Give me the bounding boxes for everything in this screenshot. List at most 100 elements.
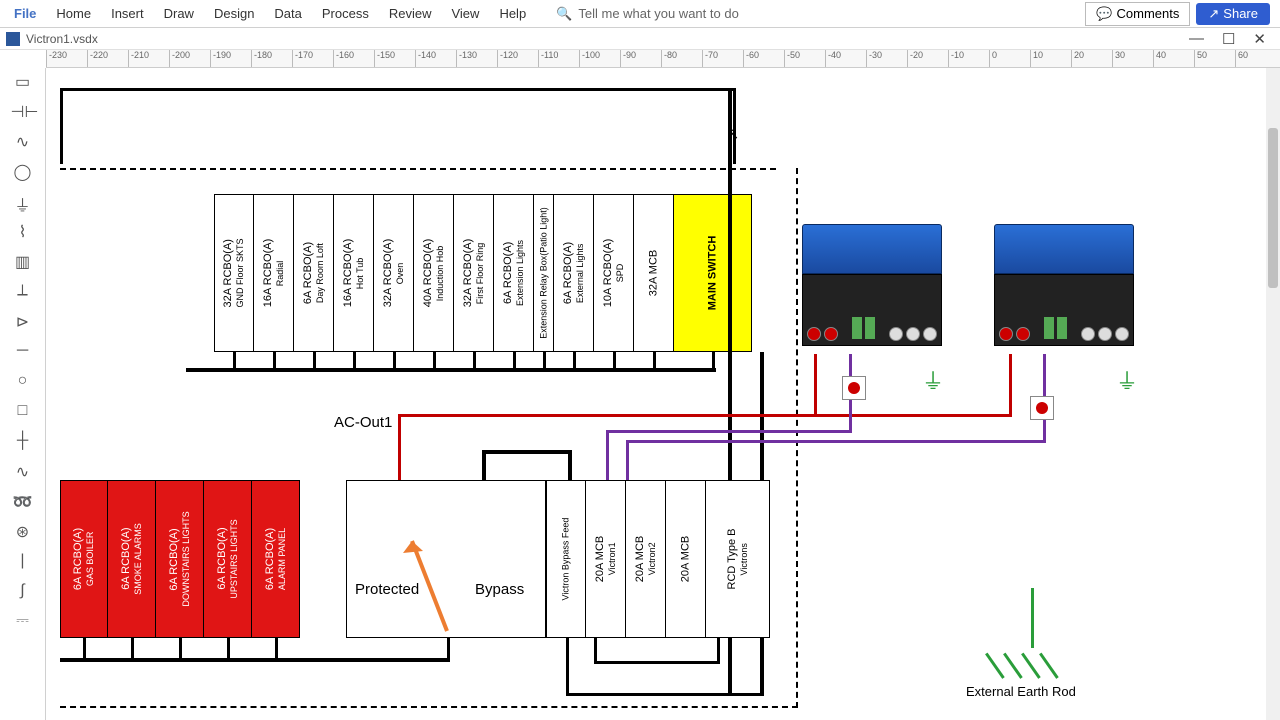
circuit-breaker[interactable]: 40A RCBO(A)Induction Hob [414, 194, 454, 352]
maximize-button[interactable]: ☐ [1222, 30, 1235, 48]
circuit-breaker[interactable]: 16A RCBO(A)Radial [254, 194, 294, 352]
comments-button[interactable]: 💬 Comments [1085, 2, 1190, 26]
menu-file[interactable]: File [4, 2, 46, 25]
tool-coil[interactable]: ➿ [11, 492, 35, 512]
ac-out1-wire-up2 [1009, 354, 1012, 416]
breaker-drop [273, 352, 276, 368]
transfer-switch-2[interactable] [1030, 396, 1054, 420]
upper-busbar [186, 368, 716, 372]
victron-bus-frame [594, 638, 720, 664]
victron-inverter-2[interactable] [994, 224, 1134, 354]
ruler-tick: 20 [1071, 50, 1084, 67]
breaker-drop [473, 352, 476, 368]
circuit-breaker[interactable]: 6A RCBO(A)UPSTAIRS LIGHTS [204, 480, 252, 638]
breaker-drop [179, 638, 182, 658]
circuit-breaker[interactable]: 20A MCBVictron2 [626, 480, 666, 638]
bypass-switch-box[interactable]: Protected Bypass [346, 480, 546, 638]
bypass-arrow-icon [397, 531, 457, 641]
circuit-breaker[interactable]: RCD Type BVictrons [706, 480, 770, 638]
circuit-breaker[interactable]: 6A RCBO(A)GAS BOILER [60, 480, 108, 638]
ruler-tick: -70 [702, 50, 718, 67]
victron-inverter-1[interactable] [802, 224, 942, 354]
ruler-tick: -220 [87, 50, 108, 67]
menu-view[interactable]: View [441, 2, 489, 25]
tool-source-ac[interactable]: ∿ [11, 132, 35, 152]
circuit-breaker[interactable]: 6A RCBO(A)Extension Lights [494, 194, 534, 352]
menu-draw[interactable]: Draw [154, 2, 204, 25]
menu-insert[interactable]: Insert [101, 2, 154, 25]
circuit-breaker[interactable]: 6A RCBO(A)ALARM PANEL [252, 480, 300, 638]
circuit-breaker[interactable]: 20A MCB [666, 480, 706, 638]
tool-connector[interactable]: ⎓ [11, 612, 35, 632]
ruler-tick: 10 [1030, 50, 1043, 67]
close-button[interactable]: ✕ [1253, 30, 1266, 48]
circuit-breaker[interactable]: 10A RCBO(A)SPD [594, 194, 634, 352]
circuit-breaker[interactable]: 6A RCBO(A)DOWNSTAIRS LIGHTS [156, 480, 204, 638]
minimize-button[interactable]: — [1189, 30, 1204, 48]
share-button[interactable]: ↗ Share [1196, 3, 1270, 25]
share-icon: ↗ [1208, 6, 1219, 22]
circuit-breaker[interactable]: 6A RCBO(A)SMOKE ALARMS [108, 480, 156, 638]
ac-out1-wire-up1 [814, 354, 817, 416]
tool-antenna[interactable]: ⟂ [11, 282, 35, 302]
ruler-tick: -90 [620, 50, 636, 67]
breaker-drop [653, 352, 656, 368]
tool-curve[interactable]: ∫ [11, 582, 35, 602]
ruler-tick: -200 [169, 50, 190, 67]
tool-circle[interactable]: ○ [11, 372, 35, 392]
tool-source[interactable]: ◯ [11, 162, 35, 182]
tell-me-placeholder: Tell me what you want to do [578, 6, 738, 21]
menu-help[interactable]: Help [489, 2, 536, 25]
tool-plus[interactable]: ┼ [11, 432, 35, 452]
circuit-breaker[interactable]: 6A RCBO(A)External Lights [554, 194, 594, 352]
circuit-breaker[interactable]: MAIN SWITCH [674, 194, 752, 352]
circuit-breaker[interactable]: Extension Relay Box(Patio Light) [534, 194, 554, 352]
share-label: Share [1223, 6, 1258, 21]
tool-rect[interactable]: □ [11, 402, 35, 422]
external-earth-rod[interactable] [992, 588, 1072, 678]
tool-sine[interactable]: ∿ [11, 462, 35, 482]
circuit-breaker[interactable]: 16A RCBO(A)Hot Tub [334, 194, 374, 352]
circuit-breaker[interactable]: 32A RCBO(A)First Floor Ring [454, 194, 494, 352]
circuit-breaker[interactable]: 6A RCBO(A)Day Room Loft [294, 194, 334, 352]
protected-consumer-unit[interactable]: 6A RCBO(A)GAS BOILER6A RCBO(A)SMOKE ALAR… [60, 480, 300, 638]
bypass-label: Bypass [475, 581, 524, 598]
menu-design[interactable]: Design [204, 2, 264, 25]
horizontal-ruler: -230-220-210-200-190-180-170-160-150-140… [46, 50, 1280, 68]
drawing-canvas[interactable]: 32A RCBO(A)GND Floor SKTS16A RCBO(A)Radi… [46, 68, 1266, 720]
menu-home[interactable]: Home [46, 2, 101, 25]
tool-pointer[interactable]: ▭ [11, 72, 35, 92]
circuit-breaker[interactable]: Victron Bypass Feed [546, 480, 586, 638]
tool-wire[interactable]: ─ [11, 342, 35, 362]
vertical-scrollbar[interactable] [1266, 68, 1280, 720]
comments-label: Comments [1117, 6, 1180, 21]
transfer-switch-1[interactable] [842, 376, 866, 400]
ruler-tick: -110 [538, 50, 558, 67]
enclosure-outer [60, 88, 736, 164]
visio-doc-icon [6, 32, 20, 46]
ruler-tick: -140 [415, 50, 436, 67]
tool-line[interactable]: | [11, 552, 35, 572]
scrollbar-thumb[interactable] [1268, 128, 1278, 288]
ruler-tick: -40 [825, 50, 841, 67]
tell-me-search[interactable]: 🔍 Tell me what you want to do [556, 6, 1085, 22]
menu-review[interactable]: Review [379, 2, 442, 25]
circuit-breaker[interactable]: 20A MCBVictron1 [586, 480, 626, 638]
tool-oscillator[interactable]: ⊛ [11, 522, 35, 542]
circuit-breaker[interactable]: 32A RCBO(A)Oven [374, 194, 414, 352]
tool-capacitor[interactable]: ⊣⊢ [11, 102, 35, 122]
breaker-drop [275, 638, 278, 658]
menu-data[interactable]: Data [264, 2, 311, 25]
upper-consumer-unit[interactable]: 32A RCBO(A)GND Floor SKTS16A RCBO(A)Radi… [214, 194, 752, 352]
tool-diode[interactable]: ⊳ [11, 312, 35, 332]
circuit-breaker[interactable]: 32A MCB [634, 194, 674, 352]
victron-breaker-group[interactable]: Victron Bypass Feed20A MCBVictron120A MC… [546, 480, 770, 638]
menu-process[interactable]: Process [312, 2, 379, 25]
tool-transformer[interactable]: ▥ [11, 252, 35, 272]
breaker-drop [131, 638, 134, 658]
tool-ground[interactable]: ⏚ [11, 192, 35, 212]
ruler-tick: -60 [743, 50, 759, 67]
ac-out1-wire-h [398, 414, 1012, 417]
tool-inductor[interactable]: ⌇ [11, 222, 35, 242]
circuit-breaker[interactable]: 32A RCBO(A)GND Floor SKTS [214, 194, 254, 352]
